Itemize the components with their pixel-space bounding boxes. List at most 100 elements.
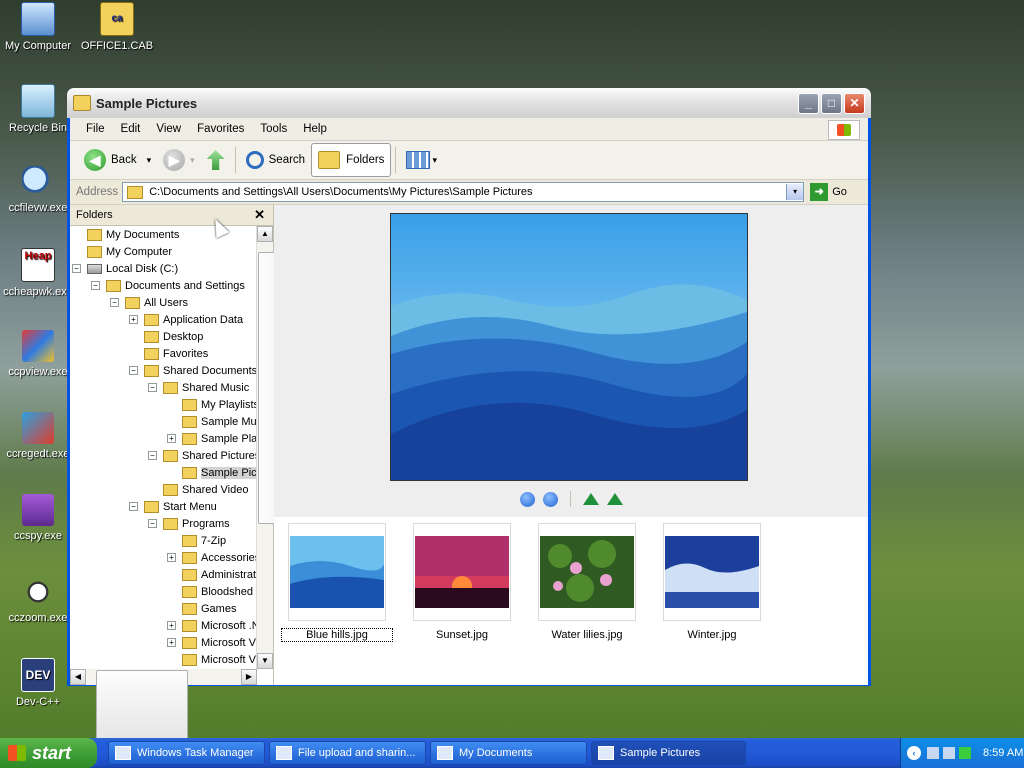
preview-image[interactable] [390,213,748,481]
tree-node[interactable]: + Accessories [167,549,257,566]
go-arrow-icon[interactable]: ➜ [810,183,829,201]
expand-icon[interactable]: + [167,434,176,443]
scroll-right-arrow-icon[interactable]: ▶ [241,669,257,685]
thumbnail-blue-hills[interactable] [288,523,386,621]
menu-file[interactable]: File [78,123,113,135]
up-button[interactable] [201,144,231,176]
folder-icon [144,364,159,377]
tree-node[interactable]: Sample Pictu [167,464,257,481]
folder-icon [87,228,102,241]
tree-node[interactable]: − Documents and Settings [91,277,245,294]
tree-node[interactable]: 7-Zip [167,532,226,549]
tree-node[interactable]: − Programs [148,515,230,532]
tree-node[interactable]: My Documents [72,226,179,243]
forward-button[interactable]: ▶ ▾ [157,144,201,176]
task-sample-pictures[interactable]: Sample Pictures [591,741,746,765]
task-windows-task-manager[interactable]: Windows Task Manager [108,741,265,765]
tree-node[interactable]: + Microsoft Vi [167,634,257,651]
minimize-button[interactable]: _ [798,92,819,114]
collapse-icon[interactable]: − [72,264,81,273]
tree-node[interactable]: + Sample Play [167,430,257,447]
thumbnail-water-lilies[interactable] [538,523,636,621]
thumbnail-label[interactable]: Blue hills.jpg [281,628,393,642]
collapse-icon[interactable]: − [148,519,157,528]
tree-node[interactable]: − All Users [110,294,188,311]
tree-node[interactable]: Administrati [167,566,257,583]
task-my-documents[interactable]: My Documents [430,741,587,765]
scroll-up-arrow-icon[interactable]: ▲ [257,226,273,242]
tree-node-label: Shared Pictures [182,449,257,462]
tree-node[interactable]: − Shared Documents [129,362,257,379]
disk-icon [87,263,102,274]
tree-node[interactable]: + Application Data [129,311,243,328]
collapse-icon[interactable]: − [91,281,100,290]
collapse-icon[interactable]: − [148,451,157,460]
menu-tools[interactable]: Tools [252,123,295,135]
tray-app-icon[interactable] [943,747,955,759]
task-manager-tray-icon[interactable] [959,747,971,759]
show-hidden-icons-icon[interactable]: ‹ [907,746,921,760]
folder-icon [106,279,121,292]
close-pane-icon[interactable]: ✕ [254,207,265,223]
expand-icon[interactable]: + [129,315,138,324]
rotate-counterclockwise-icon[interactable] [607,493,623,505]
collapse-icon[interactable]: − [110,298,119,307]
tree-node[interactable]: + Microsoft .N [167,617,257,634]
maximize-button[interactable]: □ [821,92,842,114]
folder-icon [182,653,197,666]
scroll-left-arrow-icon[interactable]: ◀ [70,669,86,685]
search-button[interactable]: Search [240,144,311,176]
expand-icon[interactable]: + [167,553,176,562]
thumbnail-label[interactable]: Winter.jpg [657,629,767,641]
views-button[interactable]: ▾ [400,144,443,176]
start-button[interactable]: start [0,738,97,768]
tree-node[interactable]: Microsoft Vi [167,651,257,668]
title-bar[interactable]: Sample Pictures _ □ ✕ [67,88,871,118]
thumbnail-winter[interactable] [663,523,761,621]
vertical-scrollbar[interactable]: ▲ ▼ [256,226,356,669]
tree-node[interactable]: Shared Video [148,481,248,498]
task-file-upload[interactable]: File upload and sharin... [269,741,426,765]
previous-image-icon[interactable] [520,491,535,507]
collapse-icon[interactable]: − [129,502,138,511]
menu-help[interactable]: Help [295,123,335,135]
rotate-clockwise-icon[interactable] [583,493,599,505]
thumbnail-label[interactable]: Water lilies.jpg [532,629,642,641]
back-button[interactable]: ◀ Back ▾ [78,144,157,176]
address-field[interactable]: C:\Documents and Settings\All Users\Docu… [122,182,805,202]
next-image-icon[interactable] [543,491,558,507]
expand-icon[interactable]: + [167,638,176,647]
menu-edit[interactable]: Edit [113,123,149,135]
thumbnail-label[interactable]: Sunset.jpg [407,629,517,641]
tree-node[interactable]: My Playlists [167,396,257,413]
clock[interactable]: 8:59 AM [983,747,1023,759]
tree-node[interactable]: − Shared Music [148,379,249,396]
close-button[interactable]: ✕ [844,92,865,114]
collapse-icon[interactable]: − [148,383,157,392]
collapse-icon[interactable]: − [129,366,138,375]
desktop-icon-my-computer[interactable]: My Computer [0,2,78,52]
scroll-down-arrow-icon[interactable]: ▼ [257,653,273,669]
tree-node[interactable]: − Local Disk (C:) [72,260,178,277]
thumbnail-sunset[interactable] [413,523,511,621]
tree-node[interactable]: − Start Menu [129,498,217,515]
tree-node[interactable]: Sample Mus [167,413,257,430]
tree-node[interactable]: Games [167,600,236,617]
menu-view[interactable]: View [148,123,189,135]
address-dropdown-icon[interactable]: ▾ [786,184,804,200]
tree-node[interactable]: − Shared Pictures [148,447,257,464]
menu-favorites[interactable]: Favorites [189,123,252,135]
tree-node[interactable]: Bloodshed D [167,583,257,600]
back-dropdown-icon[interactable]: ▾ [147,155,152,166]
folders-button[interactable]: Folders [311,143,392,177]
taskbar: start Windows Task Manager File upload a… [0,738,1024,768]
go-button[interactable]: Go [832,186,847,198]
expand-icon[interactable]: + [167,621,176,630]
address-value[interactable]: C:\Documents and Settings\All Users\Docu… [149,186,786,198]
tree-node[interactable]: My Computer [72,243,172,260]
tree-node[interactable]: Favorites [129,345,208,362]
tree-node[interactable]: Desktop [129,328,203,345]
desktop-icon-office-cab[interactable]: ca OFFICE1.CAB [77,2,157,52]
horizontal-scrollbar[interactable]: ◀ ▶ [70,669,257,768]
network-icon[interactable] [927,747,939,759]
